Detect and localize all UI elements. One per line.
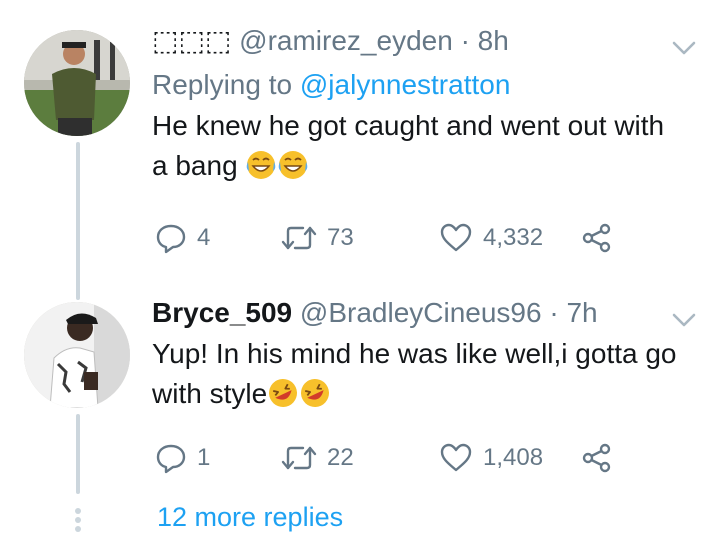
retweet-button[interactable]: 73 (281, 222, 439, 254)
thread-line (76, 414, 80, 494)
like-button[interactable]: 1,408 (439, 442, 581, 474)
reply-icon (156, 224, 186, 254)
tweet-text-content: He knew he got caught and went out with … (152, 110, 665, 181)
chevron-down-icon[interactable] (670, 310, 698, 330)
separator: · (549, 297, 559, 328)
more-replies-dots (73, 508, 83, 534)
rofl-emoji (269, 379, 298, 407)
thread-line (76, 142, 80, 300)
handle[interactable]: @BradleyCineus96 (300, 297, 542, 328)
retweet-icon (281, 446, 317, 470)
rofl-emoji (301, 379, 330, 407)
like-count: 1,408 (483, 444, 544, 471)
laughing-tears-emoji (247, 151, 276, 179)
tweet-text-content: Yup! In his mind he was like well,i gott… (152, 338, 677, 409)
like-icon (440, 223, 472, 252)
reply-icon (156, 444, 186, 474)
laughing-tears-emoji (279, 151, 308, 179)
replying-label: Replying to (152, 69, 293, 100)
chevron-down-icon[interactable] (670, 38, 698, 58)
retweet-count: 73 (327, 224, 354, 251)
reply-count: 1 (197, 444, 211, 471)
tweet-actions: 1 22 1,408 (155, 441, 613, 475)
tweet-header: Bryce_509 @BradleyCineus96 · 7h (152, 296, 680, 330)
avatar-bryce[interactable] (24, 302, 130, 408)
share-icon[interactable] (581, 222, 613, 254)
handle[interactable]: @ramirez_eyden (239, 25, 453, 56)
retweet-button[interactable]: 22 (281, 442, 439, 474)
retweet-count: 22 (327, 444, 354, 471)
replying-to: Replying to @jalynnestratton (152, 68, 680, 102)
reply-button[interactable]: 1 (155, 442, 281, 474)
avatar-ramirez[interactable] (24, 30, 130, 136)
display-name[interactable]: Bryce_509 (152, 297, 292, 328)
more-replies-link[interactable]: 12 more replies (157, 502, 343, 533)
tweet-text: Yup! In his mind he was like well,i gott… (152, 334, 680, 414)
replying-mention[interactable]: @jalynnestratton (300, 69, 511, 100)
reply-count: 4 (197, 224, 211, 251)
tweet-actions: 4 73 4,332 (155, 221, 613, 255)
timestamp[interactable]: 7h (566, 297, 597, 328)
reply-button[interactable]: 4 (155, 222, 281, 254)
timestamp[interactable]: 8h (478, 25, 509, 56)
retweet-icon (281, 226, 317, 250)
like-icon (440, 443, 472, 472)
separator: · (460, 25, 470, 56)
like-count: 4,332 (483, 224, 544, 251)
display-name[interactable]: ⬚⬚⬚ (152, 25, 231, 56)
like-button[interactable]: 4,332 (439, 222, 581, 254)
tweet-text: He knew he got caught and went out with … (152, 106, 680, 186)
share-icon[interactable] (581, 442, 613, 474)
tweet-header: ⬚⬚⬚ @ramirez_eyden · 8h (152, 24, 680, 58)
